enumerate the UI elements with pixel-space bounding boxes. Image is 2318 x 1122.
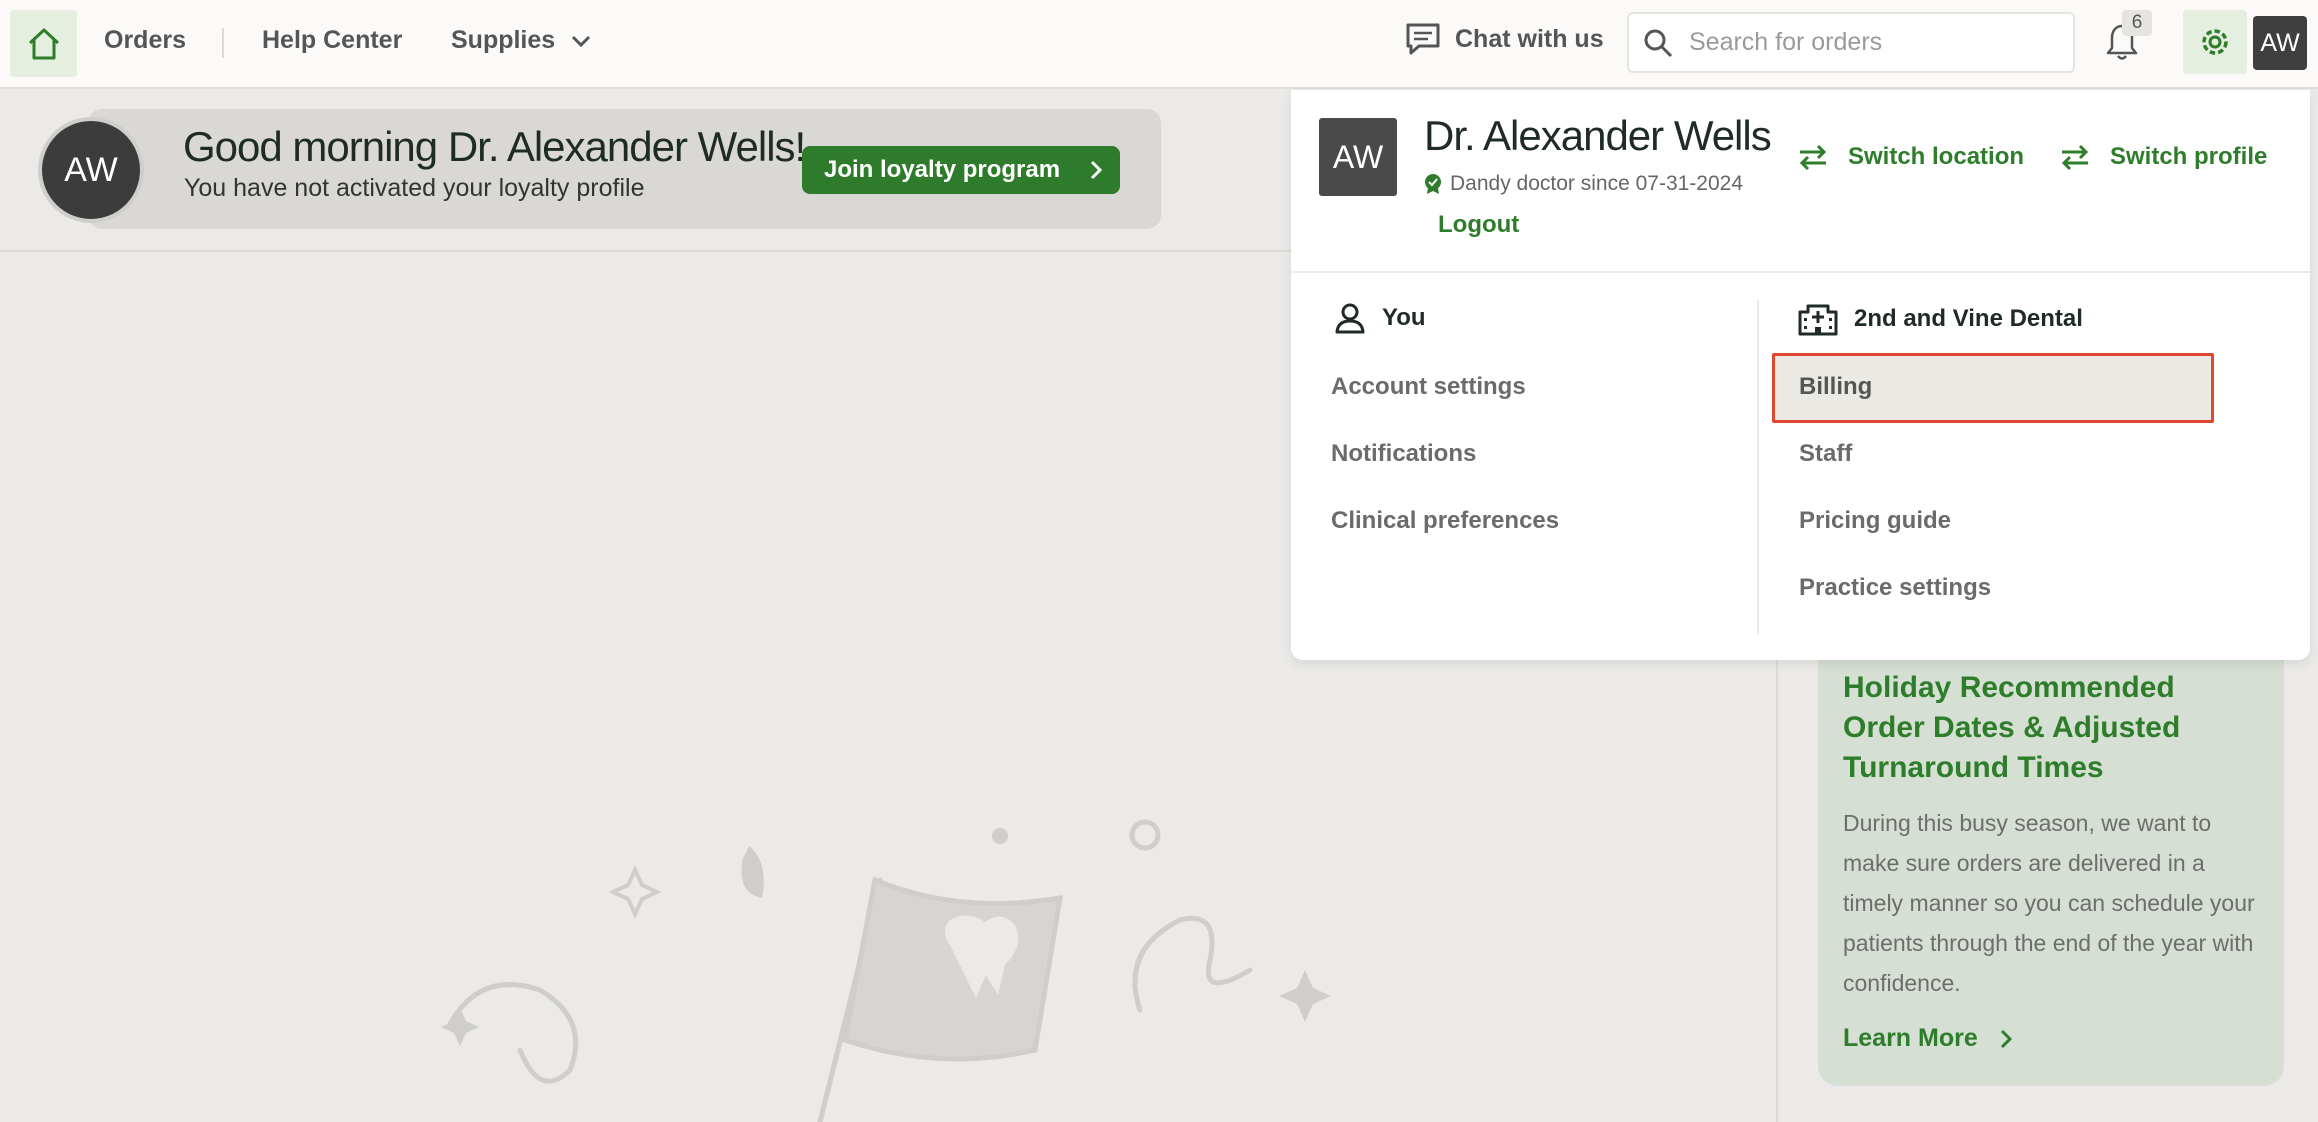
staff-link[interactable]: Staff: [1799, 440, 1852, 468]
search-input[interactable]: [1689, 28, 2049, 57]
verified-badge-icon: [1425, 174, 1441, 194]
nav-supplies-link[interactable]: Supplies: [451, 26, 555, 55]
switch-location-label: Switch location: [1848, 143, 2025, 170]
you-heading-label: You: [1382, 304, 1426, 331]
card-body: During this busy season, we want to make…: [1843, 810, 2255, 996]
profile-avatar: AW: [1319, 118, 1397, 196]
join-loyalty-label: Join loyalty program: [824, 156, 1061, 183]
doctor-since: Dandy doctor since 07-31-2024: [1424, 172, 1743, 196]
clinical-preferences-link[interactable]: Clinical preferences: [1331, 507, 1559, 535]
swap-arrows-icon: [2061, 144, 2089, 171]
practice-section-heading: 2nd and Vine Dental: [1798, 302, 2083, 336]
user-avatar[interactable]: AW: [2253, 16, 2307, 70]
chat-with-us-button[interactable]: Chat with us: [1405, 22, 1604, 56]
logout-link[interactable]: Logout: [1438, 211, 1519, 239]
panel-column-divider: [1757, 300, 1759, 634]
notification-badge: 6: [2122, 10, 2152, 36]
join-loyalty-button[interactable]: Join loyalty program: [802, 146, 1120, 194]
pricing-guide-link[interactable]: Pricing guide: [1799, 507, 1951, 535]
chevron-down-icon[interactable]: [570, 34, 592, 48]
person-icon: [1335, 303, 1365, 334]
you-section-heading: You: [1334, 302, 1426, 334]
switch-profile-button[interactable]: Switch profile: [2058, 143, 2267, 171]
chevron-right-icon: [2000, 1029, 2012, 1048]
nav-help-center-link[interactable]: Help Center: [262, 26, 402, 55]
account-settings-link[interactable]: Account settings: [1331, 373, 1526, 401]
practice-settings-link[interactable]: Practice settings: [1799, 574, 1991, 602]
gear-icon: [2202, 29, 2228, 55]
notifications-link[interactable]: Notifications: [1331, 440, 1476, 468]
switch-profile-label: Switch profile: [2110, 143, 2268, 170]
doctor-since-text: Dandy doctor since 07-31-2024: [1450, 172, 1744, 195]
home-icon: [28, 28, 59, 59]
billing-link[interactable]: Billing: [1799, 373, 1872, 401]
search-box[interactable]: [1627, 12, 2075, 73]
building-icon: [1798, 304, 1838, 336]
column-divider: [1776, 640, 1778, 1122]
practice-heading-label: 2nd and Vine Dental: [1854, 305, 2083, 332]
section-divider: [0, 250, 1291, 252]
nav-orders-link[interactable]: Orders: [104, 26, 186, 55]
chat-label: Chat with us: [1455, 24, 1604, 53]
learn-more-link[interactable]: Learn More: [1843, 1024, 2012, 1053]
switch-location-button[interactable]: Switch location: [1796, 143, 2024, 171]
swap-arrows-icon: [1799, 144, 1827, 171]
greeting-title: Good morning Dr. Alexander Wells!: [183, 123, 806, 170]
panel-divider: [1291, 271, 2310, 273]
banner-avatar: AW: [38, 117, 144, 223]
learn-more-label: Learn More: [1843, 1024, 1978, 1052]
profile-name: Dr. Alexander Wells: [1424, 112, 1772, 159]
celebration-flag-illustration: [441, 819, 1331, 1122]
home-button[interactable]: [10, 10, 77, 77]
chevron-right-icon: [1091, 160, 1103, 180]
card-title: Holiday Recommended Order Dates & Adjust…: [1843, 671, 2181, 784]
settings-button[interactable]: [2183, 10, 2247, 74]
nav-divider: [222, 28, 224, 58]
chat-icon: [1406, 23, 1440, 55]
greeting-subtitle: You have not activated your loyalty prof…: [184, 174, 645, 202]
search-icon: [1644, 29, 1673, 57]
